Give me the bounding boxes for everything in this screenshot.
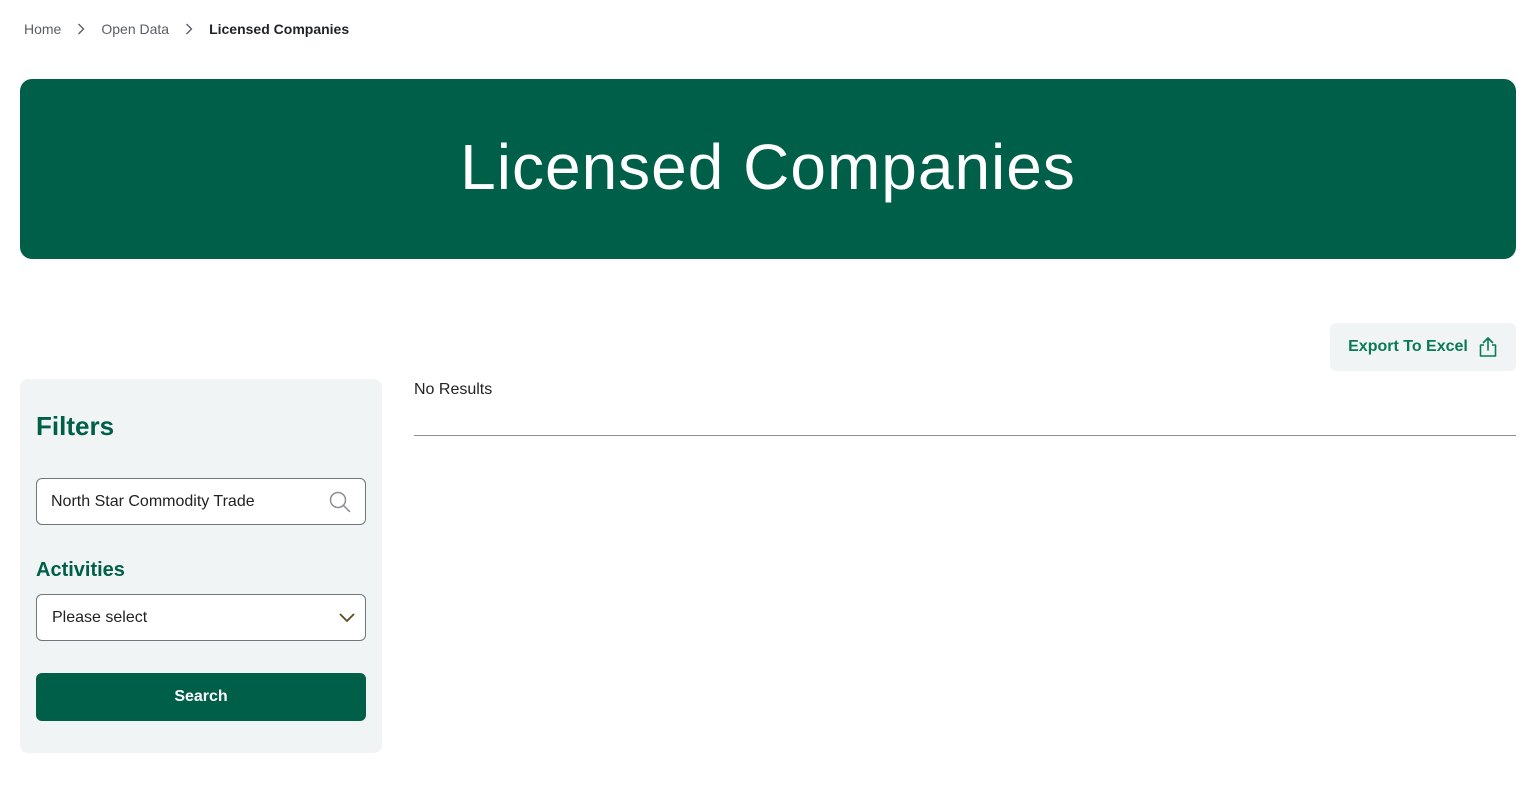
breadcrumb: Home Open Data Licensed Companies	[24, 19, 349, 39]
breadcrumb-open-data[interactable]: Open Data	[101, 21, 169, 37]
chevron-right-icon	[61, 19, 101, 39]
company-search-field[interactable]	[36, 478, 366, 525]
activities-select[interactable]: Please select	[36, 594, 366, 641]
activities-label: Activities	[36, 559, 125, 581]
page-title: Licensed Companies	[460, 131, 1076, 203]
export-to-excel-button[interactable]: Export To Excel	[1330, 323, 1516, 371]
company-search-input[interactable]	[51, 492, 323, 511]
chevron-down-icon	[339, 613, 355, 623]
page-hero-banner: Licensed Companies	[20, 79, 1516, 259]
search-button[interactable]: Search	[36, 673, 366, 721]
export-button-label: Export To Excel	[1348, 338, 1468, 355]
activities-selected-value: Please select	[52, 608, 148, 626]
share-upload-icon	[1478, 336, 1498, 358]
filters-title: Filters	[36, 411, 115, 441]
results-divider	[414, 435, 1516, 436]
search-icon[interactable]	[329, 491, 351, 513]
filters-panel: Filters Activities Please select Search	[20, 379, 382, 753]
breadcrumb-current: Licensed Companies	[209, 21, 350, 37]
breadcrumb-home[interactable]: Home	[24, 21, 61, 37]
chevron-right-icon	[169, 19, 209, 39]
results-status: No Results	[414, 381, 493, 398]
